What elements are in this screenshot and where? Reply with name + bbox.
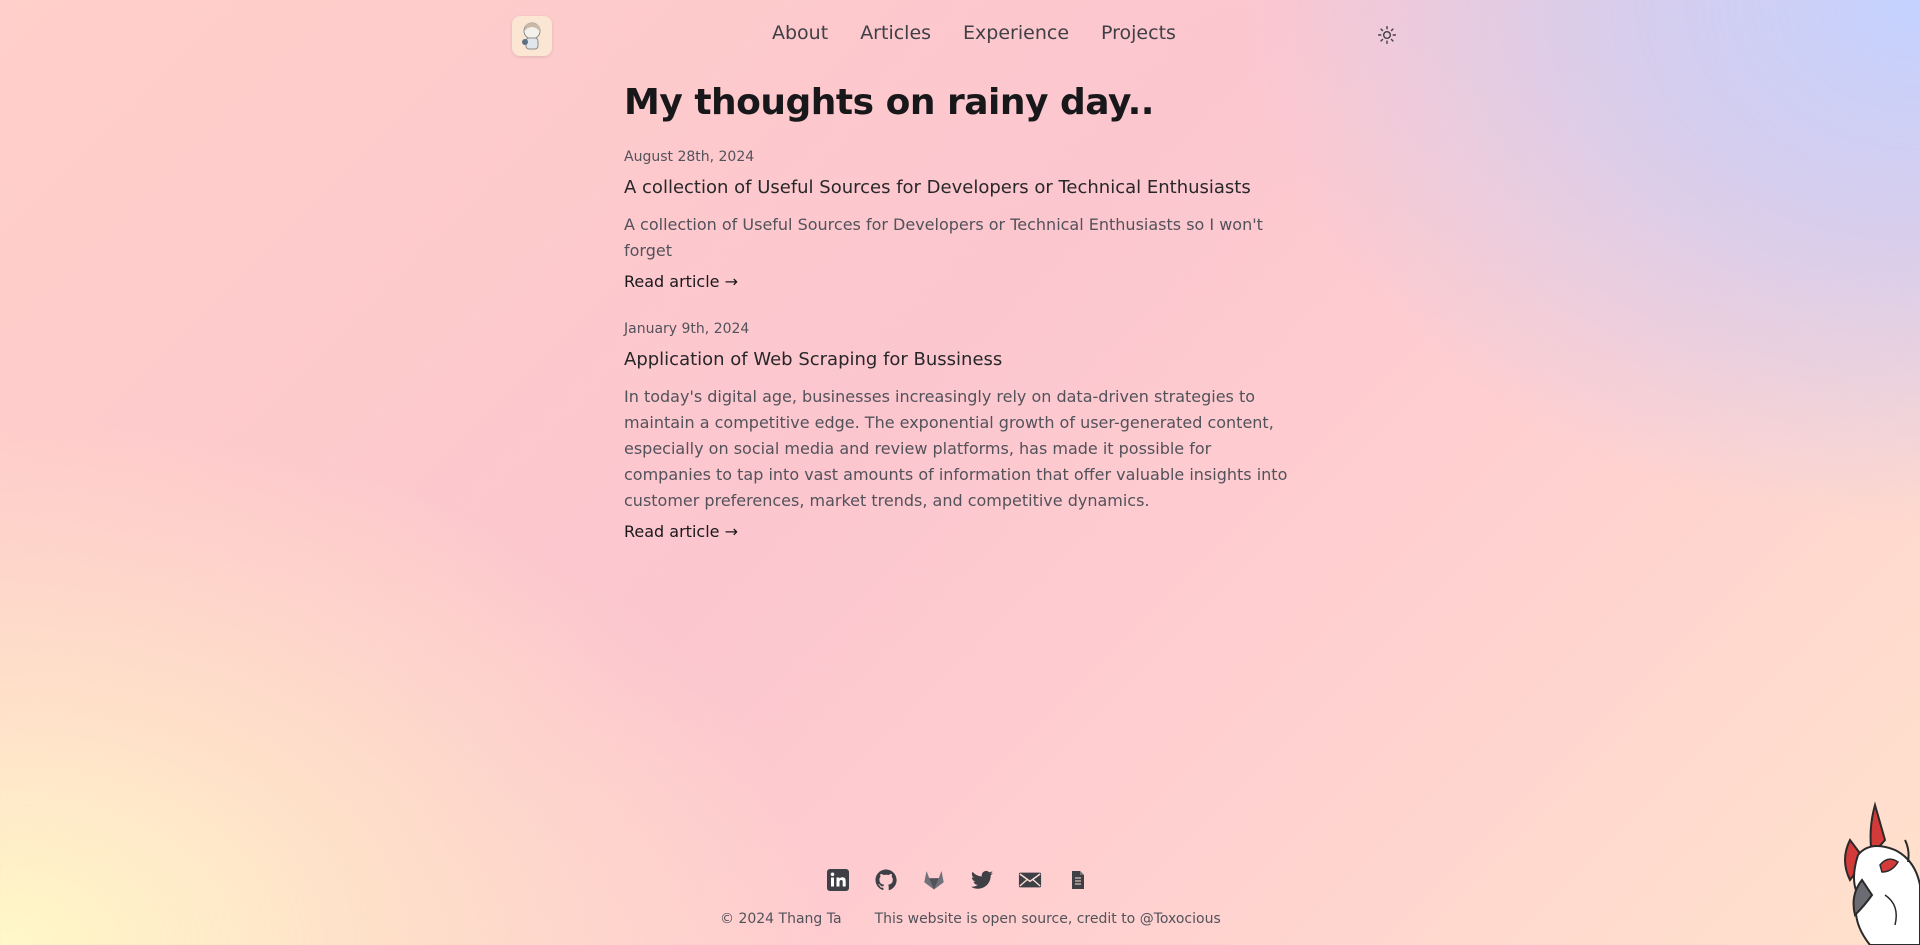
theme-toggle-button[interactable] xyxy=(1374,22,1400,48)
mail-icon[interactable] xyxy=(1018,868,1042,892)
page-title: My thoughts on rainy day.. xyxy=(624,82,1154,123)
nav-experience[interactable]: Experience xyxy=(963,22,1069,44)
social-links xyxy=(826,868,1090,892)
avatar[interactable] xyxy=(512,16,552,56)
read-article-link[interactable]: Read article → xyxy=(624,522,738,541)
article-date: August 28th, 2024 xyxy=(624,149,755,165)
copyright-text: © 2024 Thang Ta xyxy=(720,911,842,927)
article-item: January 9th, 2024 Application of Web Scr… xyxy=(624,321,1294,541)
articles-section: My thoughts on rainy day.. August 28th, … xyxy=(624,82,1294,571)
article-description: In today's digital age, businesses incre… xyxy=(624,387,1288,510)
read-article-link[interactable]: Read article → xyxy=(624,272,738,291)
article-title[interactable]: A collection of Useful Sources for Devel… xyxy=(624,177,1294,198)
article-title[interactable]: Application of Web Scraping for Bussines… xyxy=(624,349,1294,370)
main-nav: About Articles Experience Projects xyxy=(772,22,1176,44)
twitter-icon[interactable] xyxy=(970,868,994,892)
article-item: August 28th, 2024 A collection of Useful… xyxy=(624,149,1294,291)
site-header: About Articles Experience Projects xyxy=(0,0,1920,72)
sun-icon xyxy=(1377,25,1397,45)
article-date: January 9th, 2024 xyxy=(624,321,750,337)
avatar-icon xyxy=(522,22,541,50)
mascot-illustration xyxy=(1810,800,1920,945)
nav-projects[interactable]: Projects xyxy=(1101,22,1176,44)
gitlab-icon[interactable] xyxy=(922,868,946,892)
footer: © 2024 Thang Ta This website is open sou… xyxy=(720,911,1221,927)
nav-about[interactable]: About xyxy=(772,22,828,44)
credit-text: This website is open source, credit to @… xyxy=(874,911,1221,927)
article-description: A collection of Useful Sources for Devel… xyxy=(624,215,1263,260)
linkedin-icon[interactable] xyxy=(826,868,850,892)
nav-articles[interactable]: Articles xyxy=(860,22,931,44)
document-icon[interactable] xyxy=(1066,868,1090,892)
github-icon[interactable] xyxy=(874,868,898,892)
